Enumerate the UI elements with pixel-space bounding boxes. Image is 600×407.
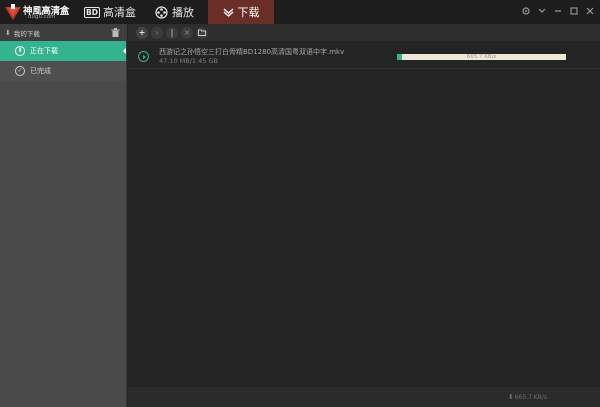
pause-icon: ‖ <box>170 27 174 37</box>
task-file-size: 47.10 MB/1.45 GB <box>159 57 218 65</box>
tab-hd-box[interactable]: BD 高清盒 <box>84 0 136 24</box>
app-window: 神風高清盒 dugu.com BD 高清盒 播放 下载 ⬇ 我的下载 ⬇ 正在下… <box>0 0 600 407</box>
tab-download[interactable]: 下载 <box>208 0 274 24</box>
title-bar: 神風高清盒 dugu.com BD 高清盒 播放 下载 <box>0 0 600 24</box>
download-circle-icon: ⬇ <box>15 46 25 56</box>
open-folder-button[interactable] <box>196 26 208 39</box>
tab-download-label: 下载 <box>237 6 260 19</box>
task-speed: 665.7 KB/s <box>466 54 497 60</box>
logo-mark-icon <box>5 4 21 20</box>
tab-play[interactable]: 播放 <box>155 0 194 24</box>
window-controls <box>520 5 596 17</box>
sidebar: ⬇ 我的下载 ⬇ 正在下载 ✓ 已完成 <box>0 24 127 407</box>
open-folder-icon <box>198 29 206 36</box>
film-reel-icon <box>155 5 168 19</box>
delete-icon: × <box>183 27 191 37</box>
trash-icon[interactable] <box>111 28 120 37</box>
sidebar-item-downloading[interactable]: ⬇ 正在下载 <box>0 41 126 61</box>
start-button[interactable]: › <box>151 26 163 39</box>
sidebar-item-label: 正在下载 <box>30 47 58 55</box>
start-icon: › <box>155 27 159 37</box>
add-task-button[interactable]: + <box>136 26 148 39</box>
tab-hd-box-label: 高清盒 <box>102 6 136 19</box>
sidebar-item-label: 已完成 <box>30 67 51 75</box>
task-toolbar: + › ‖ × <box>128 24 600 41</box>
maximize-icon[interactable] <box>568 5 580 17</box>
dropdown-icon[interactable] <box>536 5 548 17</box>
task-file-name: 西游记之孙悟空三打白骨精BD1280高清国粤双语中字.mkv <box>159 48 345 56</box>
settings-icon[interactable] <box>520 5 532 17</box>
sidebar-header[interactable]: ⬇ 我的下载 <box>0 24 126 41</box>
pause-button[interactable]: ‖ <box>166 26 178 39</box>
delete-button[interactable]: × <box>181 26 193 39</box>
table-row[interactable]: 西游记之孙悟空三打白骨精BD1280高清国粤双语中字.mkv 47.10 MB/… <box>128 43 600 69</box>
tab-play-label: 播放 <box>172 6 194 19</box>
download-arrow-icon: ⬇ <box>507 393 514 401</box>
bd-icon: BD <box>84 6 100 18</box>
collapse-arrow-icon: ⬇ <box>5 28 11 37</box>
minimize-icon[interactable] <box>552 5 564 17</box>
app-logo: 神風高清盒 dugu.com <box>0 0 80 24</box>
sidebar-item-completed[interactable]: ✓ 已完成 <box>0 61 126 81</box>
active-marker-icon <box>123 48 126 54</box>
app-subtitle: dugu.com <box>28 14 56 20</box>
download-icon <box>223 7 234 18</box>
check-circle-icon: ✓ <box>15 66 25 76</box>
play-icon[interactable] <box>138 51 149 62</box>
add-icon: + <box>138 27 146 37</box>
task-progress-bar: 665.7 KB/s <box>397 54 566 60</box>
close-icon[interactable] <box>584 5 596 17</box>
total-speed: ⬇ 665.7 KB/s <box>508 393 547 401</box>
sidebar-header-label: 我的下载 <box>13 29 40 38</box>
total-speed-value: 665.7 KB/s <box>514 393 547 401</box>
status-bar: ⬇ 665.7 KB/s <box>128 387 600 407</box>
